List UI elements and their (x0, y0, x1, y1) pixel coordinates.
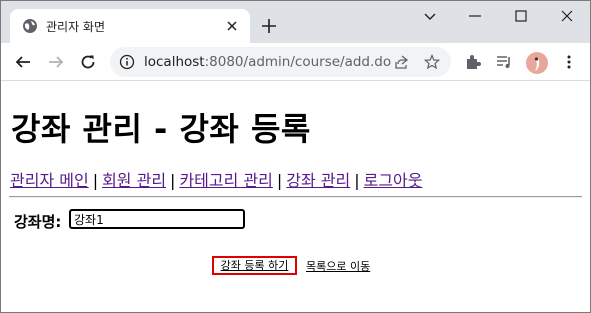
nav-separator: | (276, 171, 283, 190)
nav-link-admin-main[interactable]: 관리자 메인 (10, 171, 89, 190)
site-info-icon[interactable] (119, 54, 135, 70)
menu-kebab-icon[interactable] (560, 53, 578, 71)
back-arrow-icon[interactable] (14, 53, 32, 71)
tab-search-chevron-icon[interactable] (422, 8, 438, 24)
tab-title: 관리자 화면 (46, 20, 106, 34)
new-tab-icon[interactable] (260, 17, 278, 35)
divider (9, 196, 582, 198)
extensions-puzzle-icon[interactable] (464, 53, 482, 71)
nav-separator: | (92, 171, 99, 190)
maximize-icon[interactable] (513, 8, 529, 24)
browser-tab[interactable]: 관리자 화면 (10, 9, 250, 43)
page-title: 강좌 관리 - 강좌 등록 (11, 110, 311, 148)
page-content: 강좌 관리 - 강좌 등록 관리자 메인 | 회원 관리 | 카테고리 관리 | 강좌 관리… (1, 81, 590, 312)
course-name-label: 강좌명: (14, 213, 62, 231)
share-icon[interactable] (393, 54, 409, 70)
minimize-icon[interactable] (467, 8, 483, 24)
close-window-icon[interactable] (559, 8, 575, 24)
globe-icon (23, 19, 37, 33)
nav-link-course-management[interactable]: 강좌 관리 (286, 171, 350, 190)
url-text: localhost:8080/admin/course/add.do (144, 54, 391, 70)
course-name-input[interactable] (69, 209, 245, 229)
nav-separator: | (170, 171, 176, 190)
nav-link-member-management[interactable]: 회원 관리 (102, 171, 166, 190)
profile-avatar[interactable] (526, 52, 548, 74)
url-host: localhost (144, 54, 205, 70)
media-queue-icon[interactable] (495, 53, 513, 71)
nav-link-logout[interactable]: 로그아웃 (364, 171, 423, 190)
profile-avatar-icon (534, 57, 540, 71)
go-to-list-link[interactable]: 목록으로 이동 (306, 258, 370, 274)
nav-link-category-management[interactable]: 카테고리 관리 (179, 171, 272, 190)
bookmark-star-icon[interactable] (424, 54, 440, 70)
reload-icon[interactable] (79, 53, 97, 71)
admin-nav: 관리자 메인 | 회원 관리 | 카테고리 관리 | 강좌 관리 | 로그아웃 (10, 167, 422, 191)
url-path: :8080/admin/course/add.do (204, 54, 392, 70)
browser-toolbar: localhost:8080/admin/course/add.do (1, 43, 590, 81)
forward-arrow-icon[interactable] (47, 53, 65, 71)
browser-window: 관리자 화면 localhost:8080/admin/course/add.d… (0, 0, 591, 313)
tab-strip: 관리자 화면 (1, 1, 590, 43)
register-course-button[interactable]: 강좌 등록 하기 (212, 256, 297, 275)
close-tab-icon[interactable] (224, 18, 240, 34)
address-bar[interactable]: localhost:8080/admin/course/add.do (110, 47, 451, 77)
nav-separator: | (354, 171, 360, 190)
